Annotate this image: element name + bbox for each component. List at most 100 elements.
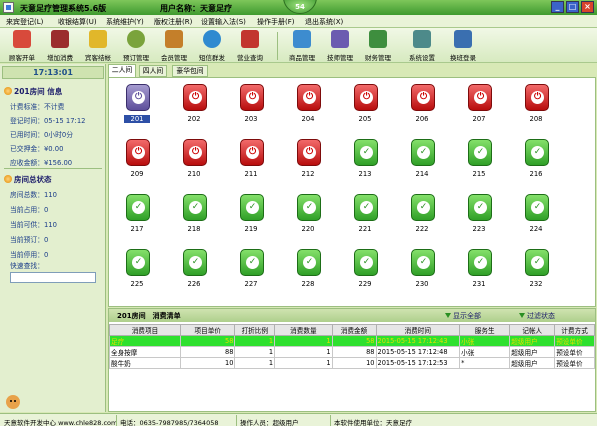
version-badge: 54 (283, 0, 317, 14)
room-213[interactable]: ✓ 213 (341, 136, 389, 180)
room-occupied-icon: ⏻ (183, 139, 207, 166)
phone-info: 电话：0635-7987985/7364058 (120, 419, 219, 426)
room-217[interactable]: ✓ 217 (113, 191, 161, 235)
room-221[interactable]: ✓ 221 (341, 191, 389, 235)
finance-button[interactable]: 财务管理 (360, 30, 396, 62)
goods-button[interactable]: 商品管理 (284, 30, 320, 62)
sms-button[interactable]: 短信群发 (194, 30, 230, 62)
room-224[interactable]: ✓ 224 (512, 191, 560, 235)
tab-double-room[interactable]: 二人间 (108, 64, 136, 77)
room-215[interactable]: ✓ 215 (455, 136, 503, 180)
room-number: 214 (415, 170, 429, 178)
amount-due: 应收金额：¥156.00 (10, 159, 73, 167)
room-number: 220 (301, 225, 315, 233)
table-row[interactable]: 酸牛奶 10 1 1 10 2015-05-15 17:12:53 * 超级用户 预设单价 (108, 357, 595, 369)
room-210[interactable]: ⏻ 210 (170, 136, 218, 180)
col-item[interactable]: 消费项目 (108, 324, 182, 336)
room-number: 222 (415, 225, 429, 233)
room-available-icon: ✓ (525, 194, 549, 221)
room-204[interactable]: ⏻ 204 (284, 81, 332, 125)
add-consumption-button[interactable]: 增加消费 (42, 30, 78, 62)
reservation-button[interactable]: 预订管理 (118, 30, 154, 62)
room-number: 201 (124, 115, 150, 123)
tab-vip-room[interactable]: 豪华包间 (172, 65, 208, 77)
room-available-icon: ✓ (297, 249, 321, 276)
room-number: 209 (130, 170, 144, 178)
col-recorder[interactable]: 记帐人 (509, 324, 556, 336)
room-207[interactable]: ⏻ 207 (455, 81, 503, 125)
room-occupied-icon: ⏻ (240, 84, 264, 111)
room-206[interactable]: ⏻ 206 (398, 81, 446, 125)
table-row[interactable]: 足疗 58 1 1 58 2015-05-15 17:12:43 小张 超级用户 预设单价 (108, 335, 595, 347)
menu-checkin[interactable]: 来宾登记(L) (6, 17, 43, 27)
col-amount[interactable]: 消费金额 (331, 324, 377, 336)
customer-order-button[interactable]: 顾客开单 (4, 30, 40, 62)
room-202[interactable]: ⏻ 202 (170, 81, 218, 125)
room-231[interactable]: ✓ 231 (455, 246, 503, 290)
room-208[interactable]: ⏻ 208 (512, 81, 560, 125)
room-occupied-icon: ⏻ (240, 139, 264, 166)
power-icon: ⏻ (531, 91, 544, 104)
room-228[interactable]: ✓ 228 (284, 246, 332, 290)
room-occupied-icon: ⏻ (354, 84, 378, 111)
menu-input-method[interactable]: 设置输入法(S) (201, 17, 246, 27)
quick-find-input[interactable] (10, 272, 96, 283)
menu-maintenance[interactable]: 系统维护(Y) (106, 17, 144, 27)
members-button[interactable]: 会员管理 (156, 30, 192, 62)
menu-exit[interactable]: 退出系统(X) (305, 17, 343, 27)
room-222[interactable]: ✓ 222 (398, 191, 446, 235)
room-212[interactable]: ⏻ 212 (284, 136, 332, 180)
menu-registration[interactable]: 版权注册(R) (154, 17, 192, 27)
room-211[interactable]: ⏻ 211 (227, 136, 275, 180)
room-225[interactable]: ✓ 225 (113, 246, 161, 290)
menu-checkout[interactable]: 收银结算(U) (58, 17, 97, 27)
shift-login-button[interactable]: 换班登录 (445, 30, 481, 62)
room-232[interactable]: ✓ 232 (512, 246, 560, 290)
room-230[interactable]: ✓ 230 (398, 246, 446, 290)
show-all-button[interactable]: 显示全部 (445, 311, 481, 321)
room-216[interactable]: ✓ 216 (512, 136, 560, 180)
room-available-icon: ✓ (354, 139, 378, 166)
check-icon: ✓ (189, 256, 202, 269)
filter-status-button[interactable]: 过滤状态 (519, 311, 555, 321)
room-205[interactable]: ⏻ 205 (341, 81, 389, 125)
room-201[interactable]: ⏻ 201 (113, 81, 161, 125)
settings-button[interactable]: 系统设置 (404, 30, 440, 62)
col-discount[interactable]: 打折比例 (234, 324, 276, 336)
col-quantity[interactable]: 消费数量 (274, 324, 333, 336)
room-219[interactable]: ✓ 219 (227, 191, 275, 235)
col-billing-mode[interactable]: 计费方式 (554, 324, 595, 336)
checkout-button[interactable]: 宾客结帐 (80, 30, 116, 62)
room-226[interactable]: ✓ 226 (170, 246, 218, 290)
room-209[interactable]: ⏻ 209 (113, 136, 161, 180)
menu-manual[interactable]: 操作手册(F) (257, 17, 295, 27)
maximize-button[interactable]: □ (566, 1, 579, 13)
room-223[interactable]: ✓ 223 (455, 191, 503, 235)
room-218[interactable]: ✓ 218 (170, 191, 218, 235)
room-214[interactable]: ✓ 214 (398, 136, 446, 180)
technicians-button[interactable]: 技师管理 (322, 30, 358, 62)
check-icon: ✓ (360, 146, 373, 159)
room-229[interactable]: ✓ 229 (341, 246, 389, 290)
col-unit-price[interactable]: 项目单价 (180, 324, 236, 336)
room-available-icon: ✓ (354, 194, 378, 221)
tab-quad-room[interactable]: 四人间 (139, 65, 167, 77)
room-203[interactable]: ⏻ 203 (227, 81, 275, 125)
business-query-button[interactable]: 营业查询 (232, 30, 268, 62)
room-available-icon: ✓ (468, 249, 492, 276)
room-220[interactable]: ✓ 220 (284, 191, 332, 235)
room-grid: ⏻ 201 ⏻ 202 ⏻ 203 ⏻ 204 ⏻ 205 ⏻ 206 ⏻ 207 ⏻ 208 ⏻ 209 ⏻ 210… (108, 77, 596, 307)
table-row[interactable]: 全身按摩 88 1 1 88 2015-05-15 17:12:48 小张 超级用户 预设单价 (108, 346, 595, 358)
col-attendant[interactable]: 服务生 (459, 324, 511, 336)
check-icon: ✓ (132, 201, 145, 214)
room-227[interactable]: ✓ 227 (227, 246, 275, 290)
close-button[interactable]: × (581, 1, 594, 13)
check-icon: ✓ (360, 256, 373, 269)
tools-icon (413, 30, 431, 48)
divider (4, 168, 102, 169)
minimize-button[interactable]: _ (551, 1, 564, 13)
rooms-reserved: 当前预订：0 (10, 236, 49, 244)
check-icon: ✓ (417, 201, 430, 214)
power-icon: ⏻ (474, 91, 487, 104)
col-time[interactable]: 消费时间 (375, 324, 461, 336)
